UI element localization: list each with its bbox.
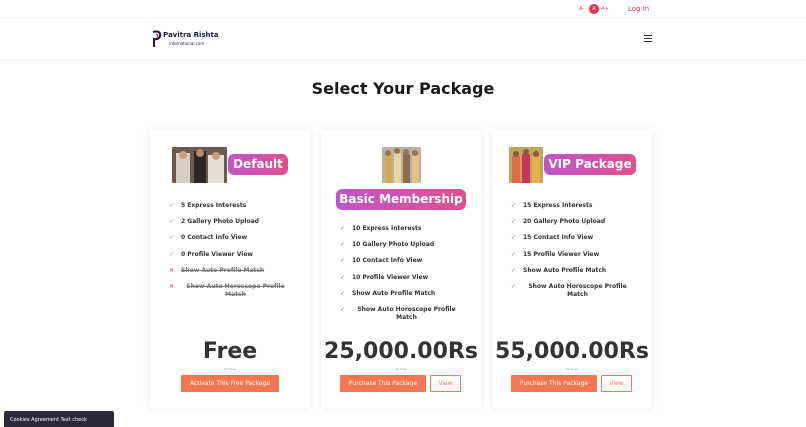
font-increase-button[interactable]: A+ <box>601 4 609 14</box>
package-card-default: Default ✓ 5 Express Interests ✓ 2 Galler… <box>150 130 310 408</box>
page-title: Select Your Package <box>311 79 495 98</box>
check-icon: ✓ <box>511 283 517 290</box>
check-icon: ✓ <box>511 251 517 258</box>
check-icon: ✓ <box>511 267 517 274</box>
check-icon: ✓ <box>169 202 175 209</box>
package-photo <box>172 147 227 183</box>
view-package-button[interactable]: View <box>601 375 632 392</box>
check-icon: ✓ <box>169 218 175 225</box>
package-price: 55,000.00Rs <box>495 339 649 364</box>
package-duration: 30 Days <box>394 367 408 371</box>
package-duration: 90 Days <box>565 367 579 371</box>
check-icon: ✓ <box>169 234 175 241</box>
check-icon: ✓ <box>511 218 517 225</box>
cross-icon: ✕ <box>169 267 175 274</box>
package-badge: VIP Package <box>544 154 636 175</box>
package-price: 25,000.00Rs <box>324 339 478 364</box>
view-package-button[interactable]: View <box>430 375 461 392</box>
package-duration: 10 Days <box>223 367 237 371</box>
check-icon: ✓ <box>511 202 517 209</box>
top-bar: A- A A+ Log In <box>0 0 806 18</box>
check-icon: ✓ <box>340 225 346 232</box>
logo-subtitle: international.com <box>169 41 205 46</box>
check-icon: ✓ <box>340 274 346 281</box>
package-card-basic: Basic Membership ✓ 10 Express Interests … <box>321 130 481 408</box>
check-icon: ✓ <box>340 290 346 297</box>
site-logo[interactable]: Pavitra Rishta international.com <box>151 30 221 50</box>
activate-free-package-button[interactable]: Activate This Free Package <box>181 375 279 392</box>
font-decrease-button[interactable]: A- <box>579 4 584 14</box>
logo-title: Pavitra Rishta <box>163 31 219 39</box>
cookie-notice[interactable]: Cookies Agreement Text check <box>4 411 114 427</box>
package-card-vip: VIP Package ✓ 15 Express Interests ✓ 20 … <box>492 130 652 408</box>
purchase-package-button[interactable]: Purchase This Package <box>340 375 426 392</box>
check-icon: ✓ <box>511 234 517 241</box>
login-link[interactable]: Log In <box>628 4 649 14</box>
check-icon: ✓ <box>340 241 346 248</box>
purchase-package-button[interactable]: Purchase This Package <box>511 375 597 392</box>
package-badge: Default <box>228 154 288 175</box>
check-icon: ✓ <box>169 251 175 258</box>
package-price: Free <box>202 339 258 364</box>
site-header: Pavitra Rishta international.com <box>0 19 806 59</box>
menu-icon[interactable] <box>644 35 652 42</box>
check-icon: ✓ <box>340 306 346 313</box>
font-normal-button[interactable]: A <box>589 4 599 14</box>
check-icon: ✓ <box>340 257 346 264</box>
logo-mark-icon <box>152 30 162 47</box>
package-photo <box>509 147 543 183</box>
cross-icon: ✕ <box>169 283 175 290</box>
package-photo <box>382 147 421 183</box>
package-badge: Basic Membership <box>336 189 466 210</box>
